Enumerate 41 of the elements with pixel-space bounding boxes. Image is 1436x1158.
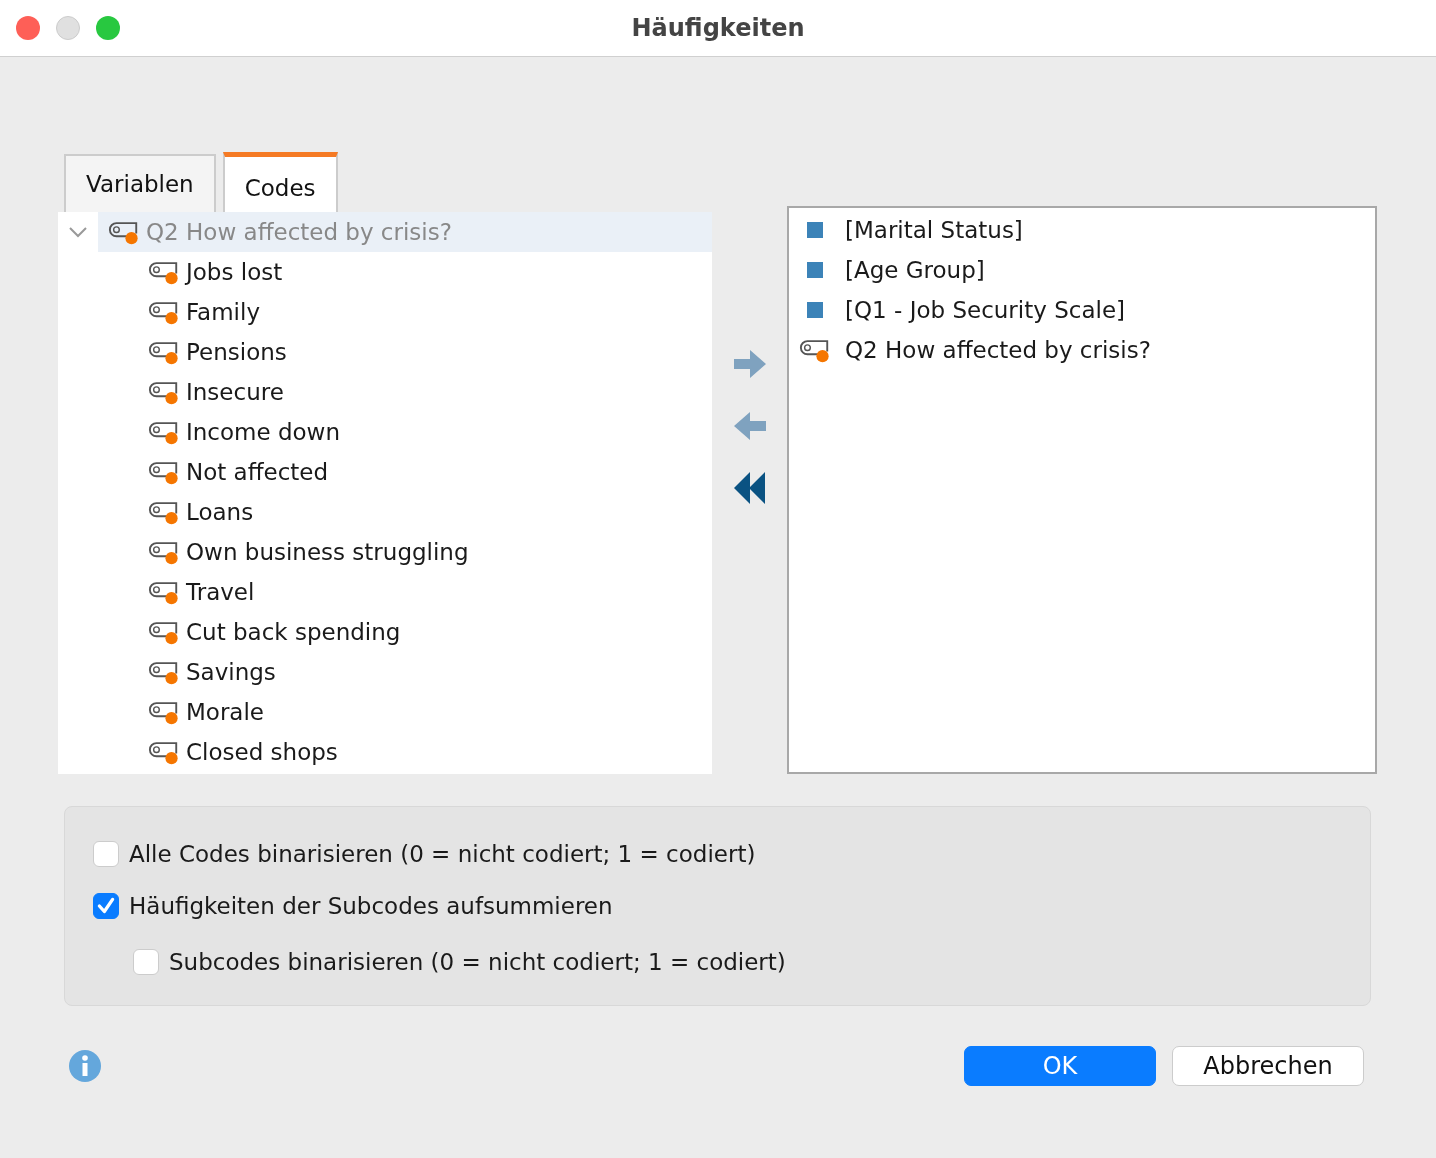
list-item[interactable]: [Marital Status]: [789, 210, 1375, 250]
checkbox[interactable]: [133, 949, 159, 975]
code-icon: [148, 699, 180, 725]
code-icon: [148, 659, 180, 685]
close-button[interactable]: [16, 16, 40, 40]
code-icon: [108, 219, 140, 245]
code-icon: [799, 337, 831, 363]
variable-icon: [807, 302, 823, 318]
code-icon: [148, 579, 180, 605]
variable-icon: [807, 222, 823, 238]
code-icon: [148, 259, 180, 285]
code-icon: [148, 339, 180, 365]
variable-icon: [807, 262, 823, 278]
code-icon: [148, 499, 180, 525]
remove-all-button[interactable]: [733, 472, 766, 504]
double-arrow-left-icon: [733, 472, 766, 504]
cancel-button[interactable]: Abbrechen: [1172, 1046, 1364, 1086]
ok-button[interactable]: OK: [964, 1046, 1156, 1086]
window-title: Häufigkeiten: [631, 14, 805, 42]
code-icon: [148, 619, 180, 645]
minimize-button[interactable]: [56, 16, 80, 40]
code-icon: [148, 459, 180, 485]
list-item[interactable]: Q2 How affected by crisis?: [789, 330, 1375, 370]
tab[interactable]: Codes: [222, 152, 338, 212]
tab[interactable]: Variablen: [64, 154, 216, 212]
zoom-button[interactable]: [96, 16, 120, 40]
code-icon: [148, 419, 180, 445]
code-icon: [148, 539, 180, 565]
checkbox[interactable]: [93, 893, 119, 919]
arrow-icon: [733, 348, 766, 380]
checkbox-option[interactable]: Subcodes binarisieren (0 = nicht codiert; 1 = codiert): [93, 947, 1342, 977]
list-item[interactable]: [Q1 - Job Security Scale]: [789, 290, 1375, 330]
code-icon: [148, 739, 180, 765]
checkbox-option[interactable]: Alle Codes binarisieren (0 = nicht codiert; 1 = codiert): [93, 839, 1342, 869]
info-icon[interactable]: [68, 1049, 102, 1083]
checkbox[interactable]: [93, 841, 119, 867]
code-icon: [148, 379, 180, 405]
code-icon: [148, 299, 180, 325]
arrow-icon: [733, 410, 766, 442]
list-item[interactable]: [Age Group]: [789, 250, 1375, 290]
checkbox-option[interactable]: Häufigkeiten der Subcodes aufsummieren: [93, 891, 1342, 921]
